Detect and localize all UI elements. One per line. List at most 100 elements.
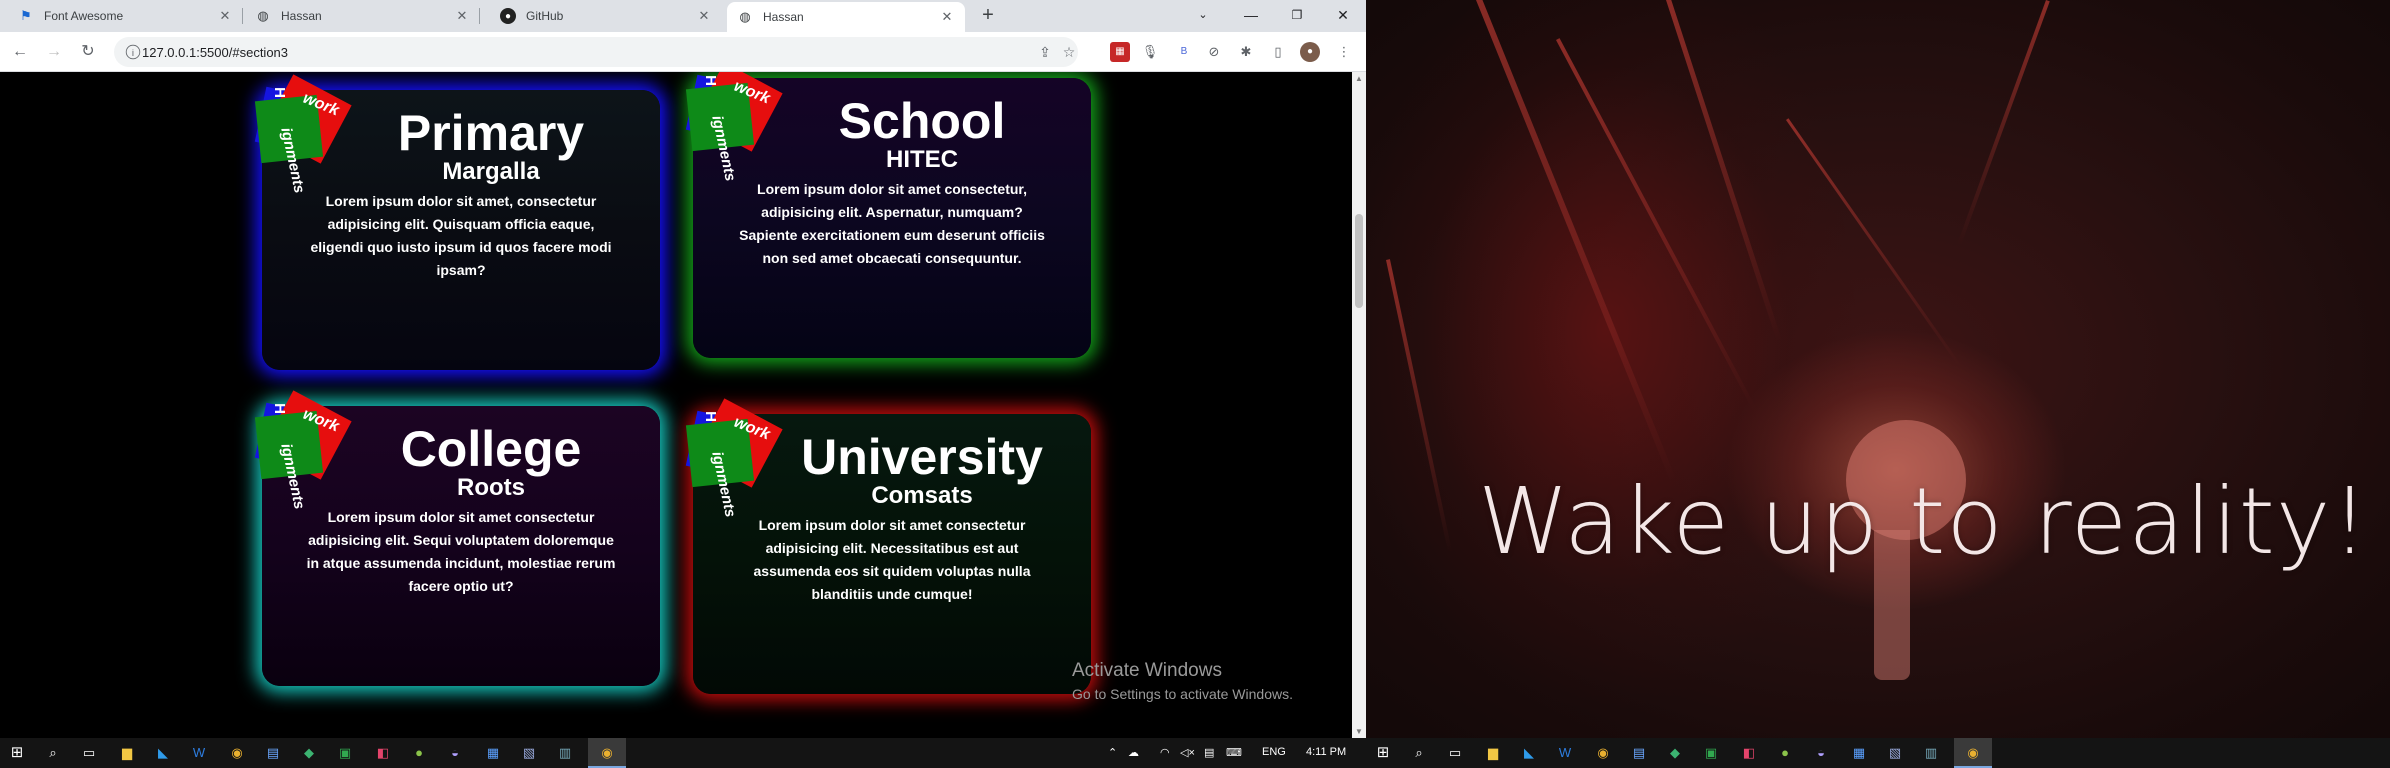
address-bar[interactable]: i 127.0.0.1:5500/#section3 ⇪ ☆ <box>114 37 1078 67</box>
task-view-icon[interactable]: ▭ <box>78 742 100 764</box>
app-icon[interactable]: ● <box>1774 742 1796 764</box>
app-icon[interactable]: ▣ <box>1700 742 1722 764</box>
tab-font-awesome[interactable]: ⚑ Font Awesome ✕ <box>8 0 243 32</box>
badge-text: H <box>701 411 719 422</box>
file-explorer-icon[interactable]: ▆ <box>1482 742 1504 764</box>
keyboard-icon[interactable]: ⌨ <box>1226 746 1242 759</box>
card-school: H work ignments School HITEC Lorem ipsum… <box>685 72 1091 358</box>
extension-icon[interactable]: ▦ <box>1110 42 1130 62</box>
card-title: University <box>801 429 1043 485</box>
minimize-button[interactable]: — <box>1228 0 1274 32</box>
tab-label: Hassan <box>281 9 322 23</box>
microphone-icon[interactable]: 🎙 <box>1140 42 1160 62</box>
wallpaper-quote: Wake up to reality! <box>1478 468 2370 575</box>
tab-label: GitHub <box>526 9 564 23</box>
taskbar-main: ⊞ ⌕ ▭ ▆ ◣ W ◉ ▤ ◆ ▣ ◧ ● ◒ ▦ ▧ ▥ ◉ ⌃ ☁ ◠ … <box>0 738 1366 768</box>
streak-decoration <box>1786 118 1961 366</box>
app-icon[interactable]: ▦ <box>482 742 504 764</box>
clock[interactable]: 4:11 PM <box>1306 746 1346 758</box>
card-body: Lorem ipsum dolor sit amet consectetur a… <box>753 517 1031 602</box>
app-icon[interactable]: ◧ <box>1738 742 1760 764</box>
card-college: H work ignments College Roots Lorem ipsu… <box>254 390 660 686</box>
chrome-icon[interactable]: ◉ <box>596 742 618 764</box>
app-icon[interactable]: ▤ <box>1628 742 1650 764</box>
tab-hassan-active[interactable]: ◍ Hassan ✕ <box>727 2 965 32</box>
forward-arrow-icon[interactable]: → <box>42 40 66 64</box>
scroll-down-icon[interactable]: ▼ <box>1355 727 1363 736</box>
close-icon[interactable]: ✕ <box>454 8 470 24</box>
app-icon[interactable]: ◒ <box>444 742 466 764</box>
app-icon[interactable]: ▦ <box>1848 742 1870 764</box>
card-title: Primary <box>397 105 585 161</box>
chrome-icon[interactable]: ◉ <box>1962 742 1984 764</box>
reload-icon[interactable]: ↻ <box>76 40 100 64</box>
search-icon[interactable]: ⌕ <box>42 742 64 764</box>
volume-icon[interactable]: ◁× <box>1180 746 1195 759</box>
new-tab-button[interactable]: + <box>976 4 1000 28</box>
globe-icon: ◍ <box>257 8 269 23</box>
card-body: Lorem ipsum dolor sit amet, consectetur … <box>310 193 612 278</box>
app-icon[interactable]: ▣ <box>334 742 356 764</box>
windows-start-icon[interactable]: ⊞ <box>6 742 28 764</box>
notification-icon[interactable]: ▤ <box>1204 746 1214 759</box>
task-view-icon[interactable]: ▭ <box>1444 742 1466 764</box>
chrome-icon[interactable]: ◉ <box>1592 742 1614 764</box>
avatar[interactable]: ● <box>1300 42 1320 62</box>
card-subtitle: Roots <box>457 474 525 501</box>
file-explorer-icon[interactable]: ▆ <box>116 742 138 764</box>
star-icon[interactable]: ☆ <box>1060 43 1078 61</box>
app-icon[interactable]: ◆ <box>298 742 320 764</box>
tab-github[interactable]: ● GitHub ✕ <box>490 0 722 32</box>
cloud-icon[interactable]: ☁ <box>1128 746 1139 759</box>
extension-b-icon[interactable]: B <box>1174 42 1194 62</box>
puzzle-icon[interactable]: ✱ <box>1236 42 1256 62</box>
scrollbar-thumb[interactable] <box>1355 214 1363 308</box>
app-icon[interactable]: ▤ <box>262 742 284 764</box>
streak-decoration <box>1556 38 1757 411</box>
app-icon[interactable]: ▧ <box>518 742 540 764</box>
desktop-screen: ⚑ Font Awesome ✕ ◍ Hassan ✕ ● GitHub ✕ ◍… <box>0 0 2390 768</box>
tab-strip: ⚑ Font Awesome ✕ ◍ Hassan ✕ ● GitHub ✕ ◍… <box>0 0 1366 32</box>
badge-text: H <box>270 403 288 414</box>
vertical-scrollbar[interactable]: ▲ ▼ <box>1352 72 1366 738</box>
app-icon[interactable]: ● <box>408 742 430 764</box>
card-title: School <box>838 93 1006 149</box>
streak-decoration <box>1666 0 1783 343</box>
app-icon[interactable]: ◆ <box>1664 742 1686 764</box>
app-icon[interactable]: ◧ <box>372 742 394 764</box>
app-icon[interactable]: ▧ <box>1884 742 1906 764</box>
watermark-title: Activate Windows <box>1072 660 1222 681</box>
restore-button[interactable]: ❐ <box>1274 0 1320 32</box>
wallpaper: Wake up to reality! <box>1366 0 2390 738</box>
language-indicator[interactable]: ENG <box>1262 746 1286 758</box>
scroll-up-icon[interactable]: ▲ <box>1355 74 1363 83</box>
search-icon[interactable]: ⌕ <box>1408 742 1430 764</box>
side-panel-icon[interactable]: ▯ <box>1268 42 1288 62</box>
close-icon[interactable]: ✕ <box>696 8 712 24</box>
back-arrow-icon[interactable]: ← <box>8 40 32 64</box>
word-icon[interactable]: W <box>188 742 210 764</box>
vscode-icon[interactable]: ◣ <box>1518 742 1540 764</box>
chrome-icon[interactable]: ◉ <box>226 742 248 764</box>
app-icon[interactable]: ◒ <box>1810 742 1832 764</box>
tab-hassan-1[interactable]: ◍ Hassan ✕ <box>245 0 480 32</box>
windows-start-icon[interactable]: ⊞ <box>1372 742 1394 764</box>
close-icon[interactable]: ✕ <box>939 9 955 25</box>
info-icon[interactable]: i <box>125 44 141 60</box>
word-icon[interactable]: W <box>1554 742 1576 764</box>
close-icon[interactable]: ✕ <box>217 8 233 24</box>
app-icon[interactable]: ▥ <box>1920 742 1942 764</box>
share-icon[interactable]: ⇪ <box>1036 43 1054 61</box>
vscode-icon[interactable]: ◣ <box>152 742 174 764</box>
compass-icon[interactable]: ⊘ <box>1204 42 1224 62</box>
card-body: Lorem ipsum dolor sit amet consectetur a… <box>306 509 616 594</box>
menu-dots-icon[interactable]: ⋮ <box>1334 42 1354 62</box>
card-subtitle: HITEC <box>886 146 958 173</box>
app-icon[interactable]: ▥ <box>554 742 576 764</box>
wifi-icon[interactable]: ◠ <box>1160 746 1170 759</box>
chevron-up-icon[interactable]: ⌃ <box>1108 746 1117 759</box>
taskbar-secondary: ⊞ ⌕ ▭ ▆ ◣ W ◉ ▤ ◆ ▣ ◧ ● ◒ ▦ ▧ ▥ ◉ <box>1366 738 2390 768</box>
tab-search-icon[interactable]: ⌄ <box>1180 0 1226 32</box>
github-icon: ● <box>500 8 516 24</box>
close-window-button[interactable]: ✕ <box>1320 0 1366 32</box>
